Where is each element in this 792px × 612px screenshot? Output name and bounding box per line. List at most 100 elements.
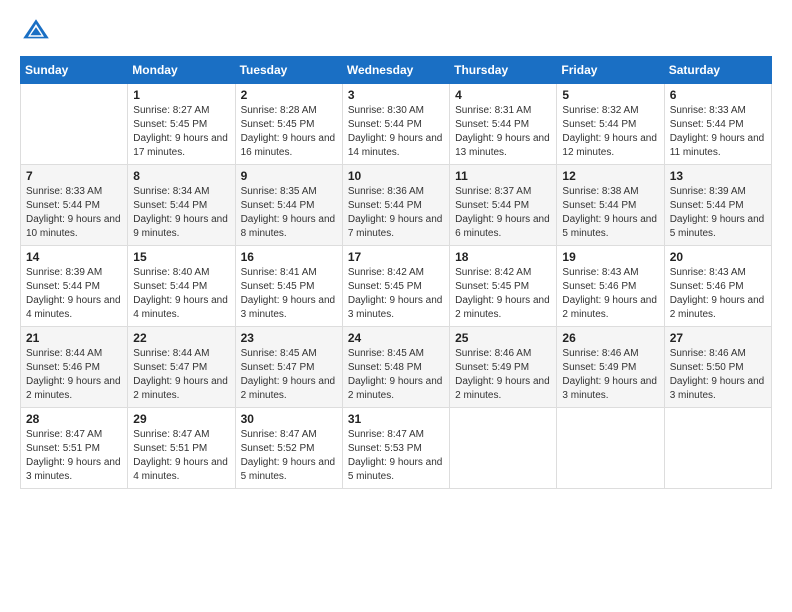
day-info: Sunrise: 8:47 AM Sunset: 5:53 PM Dayligh… [348,428,444,484]
day-number: 20 [670,250,766,264]
week-row-2: 7Sunrise: 8:33 AM Sunset: 5:44 PM Daylig… [21,165,772,246]
calendar-cell: 1 Sunrise: 8:27 AM Sunset: 5:45 PM Daylig… [128,84,235,165]
day-number: 12 [562,169,658,183]
day-number: 21 [26,331,122,345]
weekday-header-saturday: Saturday [664,57,771,84]
day-info: Sunrise: 8:28 AM Sunset: 5:45 PM Dayligh… [241,104,337,160]
calendar-cell: 28 Sunrise: 8:47 AM Sunset: 5:51 PM Dayli… [21,408,128,489]
calendar-cell: 25Sunrise: 8:46 AM Sunset: 5:49 PM Dayli… [450,327,557,408]
weekday-header-wednesday: Wednesday [342,57,449,84]
calendar-cell: 6 Sunrise: 8:33 AM Sunset: 5:44 PM Daylig… [664,84,771,165]
calendar-cell: 18 Sunrise: 8:42 AM Sunset: 5:45 PM Dayli… [450,246,557,327]
weekday-header-friday: Friday [557,57,664,84]
calendar: SundayMondayTuesdayWednesdayThursdayFrid… [20,56,772,489]
calendar-cell: 10 Sunrise: 8:36 AM Sunset: 5:44 PM Dayli… [342,165,449,246]
calendar-cell [557,408,664,489]
week-row-4: 21 Sunrise: 8:44 AM Sunset: 5:46 PM Dayli… [21,327,772,408]
day-info: Sunrise: 8:41 AM Sunset: 5:45 PM Dayligh… [241,266,337,322]
calendar-cell [664,408,771,489]
weekday-header-row: SundayMondayTuesdayWednesdayThursdayFrid… [21,57,772,84]
day-info: Sunrise: 8:34 AM Sunset: 5:44 PM Dayligh… [133,185,229,241]
calendar-cell: 26 Sunrise: 8:46 AM Sunset: 5:49 PM Dayli… [557,327,664,408]
calendar-cell: 16 Sunrise: 8:41 AM Sunset: 5:45 PM Dayli… [235,246,342,327]
day-info: Sunrise: 8:36 AM Sunset: 5:44 PM Dayligh… [348,185,444,241]
week-row-5: 28 Sunrise: 8:47 AM Sunset: 5:51 PM Dayli… [21,408,772,489]
calendar-cell: 13 Sunrise: 8:39 AM Sunset: 5:44 PM Dayli… [664,165,771,246]
calendar-cell [21,84,128,165]
weekday-header-tuesday: Tuesday [235,57,342,84]
day-number: 6 [670,88,766,102]
calendar-cell: 2 Sunrise: 8:28 AM Sunset: 5:45 PM Daylig… [235,84,342,165]
calendar-cell: 19 Sunrise: 8:43 AM Sunset: 5:46 PM Dayli… [557,246,664,327]
day-number: 19 [562,250,658,264]
day-number: 2 [241,88,337,102]
day-info: Sunrise: 8:42 AM Sunset: 5:45 PM Dayligh… [348,266,444,322]
day-number: 25 [455,331,551,345]
calendar-cell: 21 Sunrise: 8:44 AM Sunset: 5:46 PM Dayli… [21,327,128,408]
day-info: Sunrise: 8:38 AM Sunset: 5:44 PM Dayligh… [562,185,658,241]
day-info: Sunrise: 8:39 AM Sunset: 5:44 PM Dayligh… [26,266,122,322]
day-info: Sunrise: 8:33 AM Sunset: 5:44 PM Dayligh… [670,104,766,160]
day-number: 15 [133,250,229,264]
day-info: Sunrise: 8:47 AM Sunset: 5:51 PM Dayligh… [26,428,122,484]
day-number: 29 [133,412,229,426]
day-info: Sunrise: 8:39 AM Sunset: 5:44 PM Dayligh… [670,185,766,241]
logo [20,16,56,48]
day-info: Sunrise: 8:46 AM Sunset: 5:50 PM Dayligh… [670,347,766,403]
calendar-cell: 22Sunrise: 8:44 AM Sunset: 5:47 PM Dayli… [128,327,235,408]
day-number: 9 [241,169,337,183]
calendar-cell: 5 Sunrise: 8:32 AM Sunset: 5:44 PM Daylig… [557,84,664,165]
day-info: Sunrise: 8:35 AM Sunset: 5:44 PM Dayligh… [241,185,337,241]
day-info: Sunrise: 8:47 AM Sunset: 5:51 PM Dayligh… [133,428,229,484]
day-info: Sunrise: 8:31 AM Sunset: 5:44 PM Dayligh… [455,104,551,160]
week-row-1: 1 Sunrise: 8:27 AM Sunset: 5:45 PM Daylig… [21,84,772,165]
day-info: Sunrise: 8:43 AM Sunset: 5:46 PM Dayligh… [670,266,766,322]
calendar-cell: 8 Sunrise: 8:34 AM Sunset: 5:44 PM Daylig… [128,165,235,246]
calendar-cell: 14Sunrise: 8:39 AM Sunset: 5:44 PM Dayli… [21,246,128,327]
calendar-cell: 29 Sunrise: 8:47 AM Sunset: 5:51 PM Dayli… [128,408,235,489]
week-row-3: 14Sunrise: 8:39 AM Sunset: 5:44 PM Dayli… [21,246,772,327]
day-info: Sunrise: 8:46 AM Sunset: 5:49 PM Dayligh… [562,347,658,403]
day-info: Sunrise: 8:43 AM Sunset: 5:46 PM Dayligh… [562,266,658,322]
day-number: 4 [455,88,551,102]
day-number: 10 [348,169,444,183]
calendar-cell: 9 Sunrise: 8:35 AM Sunset: 5:44 PM Daylig… [235,165,342,246]
calendar-cell: 20 Sunrise: 8:43 AM Sunset: 5:46 PM Dayli… [664,246,771,327]
day-info: Sunrise: 8:44 AM Sunset: 5:46 PM Dayligh… [26,347,122,403]
calendar-cell: 27 Sunrise: 8:46 AM Sunset: 5:50 PM Dayli… [664,327,771,408]
day-number: 13 [670,169,766,183]
weekday-header-sunday: Sunday [21,57,128,84]
day-number: 7 [26,169,122,183]
calendar-cell: 3 Sunrise: 8:30 AM Sunset: 5:44 PM Daylig… [342,84,449,165]
day-info: Sunrise: 8:27 AM Sunset: 5:45 PM Dayligh… [133,104,229,160]
calendar-cell: 15Sunrise: 8:40 AM Sunset: 5:44 PM Dayli… [128,246,235,327]
day-info: Sunrise: 8:32 AM Sunset: 5:44 PM Dayligh… [562,104,658,160]
day-number: 5 [562,88,658,102]
calendar-cell: 24Sunrise: 8:45 AM Sunset: 5:48 PM Dayli… [342,327,449,408]
calendar-cell: 30Sunrise: 8:47 AM Sunset: 5:52 PM Dayli… [235,408,342,489]
calendar-cell: 31 Sunrise: 8:47 AM Sunset: 5:53 PM Dayli… [342,408,449,489]
day-number: 16 [241,250,337,264]
weekday-header-thursday: Thursday [450,57,557,84]
logo-icon [20,16,52,48]
day-number: 27 [670,331,766,345]
day-info: Sunrise: 8:47 AM Sunset: 5:52 PM Dayligh… [241,428,337,484]
calendar-cell: 17Sunrise: 8:42 AM Sunset: 5:45 PM Dayli… [342,246,449,327]
day-number: 3 [348,88,444,102]
day-number: 22 [133,331,229,345]
day-number: 11 [455,169,551,183]
day-info: Sunrise: 8:30 AM Sunset: 5:44 PM Dayligh… [348,104,444,160]
calendar-cell: 23Sunrise: 8:45 AM Sunset: 5:47 PM Dayli… [235,327,342,408]
day-number: 18 [455,250,551,264]
day-number: 31 [348,412,444,426]
calendar-cell: 12 Sunrise: 8:38 AM Sunset: 5:44 PM Dayli… [557,165,664,246]
day-number: 23 [241,331,337,345]
day-number: 28 [26,412,122,426]
day-number: 26 [562,331,658,345]
day-info: Sunrise: 8:45 AM Sunset: 5:48 PM Dayligh… [348,347,444,403]
day-number: 8 [133,169,229,183]
day-info: Sunrise: 8:42 AM Sunset: 5:45 PM Dayligh… [455,266,551,322]
calendar-cell: 11 Sunrise: 8:37 AM Sunset: 5:44 PM Dayli… [450,165,557,246]
day-info: Sunrise: 8:37 AM Sunset: 5:44 PM Dayligh… [455,185,551,241]
day-number: 1 [133,88,229,102]
